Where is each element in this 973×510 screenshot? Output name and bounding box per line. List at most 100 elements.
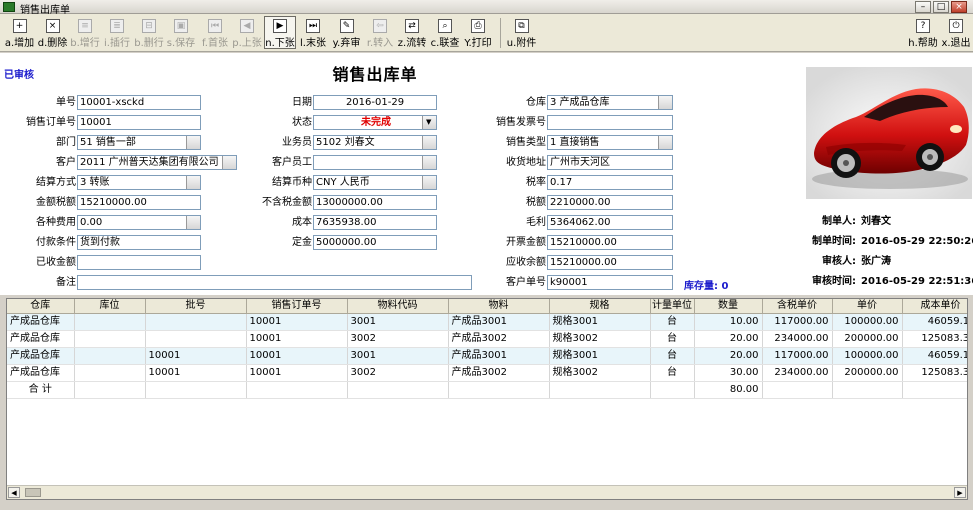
help-button[interactable]: ? h.帮助 [907, 16, 939, 49]
scroll-right-icon[interactable]: ▶ [954, 487, 966, 498]
cell[interactable]: 100000.00 [832, 347, 903, 365]
exit-button[interactable]: ⏻ x.退出 [940, 16, 972, 49]
first-record-button[interactable]: ⏮ f.首张 [199, 16, 231, 49]
col-price[interactable]: 单价 [832, 299, 903, 314]
table-row[interactable]: 产成品仓库 10001 3002 产成品3002 规格3002 台 20.00 234000.… [7, 330, 967, 348]
amount-tax-field[interactable]: 15210000.00 [77, 195, 201, 210]
horizontal-scrollbar[interactable]: ◀ ▶ [7, 485, 967, 499]
cell[interactable]: 200000.00 [832, 364, 903, 382]
customer-field[interactable]: 2011 广州普天达集团有限公司 [77, 155, 237, 170]
order-no-field[interactable]: 10001-xsckd [77, 95, 201, 110]
save-button[interactable]: ▣ s.保存 [165, 16, 197, 49]
add-row-button[interactable]: ≡ b.增行 [69, 16, 101, 49]
cell[interactable]: 3001 [347, 313, 449, 331]
cell[interactable]: 规格3001 [549, 313, 651, 331]
cell[interactable]: 台 [650, 364, 695, 382]
delivery-addr-field[interactable]: 广州市天河区 [547, 155, 673, 170]
next-record-button[interactable]: ▶ n.下张 [264, 16, 296, 49]
unapprove-button[interactable]: ✎ y.弃审 [330, 16, 363, 49]
transfer-button[interactable]: ⇄ z.流转 [396, 16, 428, 49]
col-spec[interactable]: 规格 [549, 299, 651, 314]
misc-fee-field[interactable]: 0.00 [77, 215, 201, 230]
print-button[interactable]: ⎙ Y.打印 [462, 16, 494, 49]
cell[interactable]: 10001 [246, 330, 348, 348]
cell[interactable] [74, 364, 146, 382]
table-row[interactable]: 产成品仓库 10001 10001 3001 产成品3001 规格3001 台 20.00 11… [7, 347, 967, 365]
col-sales-order[interactable]: 销售订单号 [246, 299, 348, 314]
currency-lookup-button[interactable] [422, 176, 436, 189]
cell[interactable]: 10001 [246, 313, 348, 331]
cell[interactable]: 10001 [246, 347, 348, 365]
import-button[interactable]: ⇦ r.转入 [364, 16, 396, 49]
cell[interactable]: 234000.00 [762, 330, 833, 348]
cell[interactable]: 46059.10 [902, 347, 967, 365]
invoice-no-field[interactable] [547, 115, 673, 130]
cell[interactable]: 产成品仓库 [7, 364, 75, 382]
table-row[interactable]: 产成品仓库 10001 3001 产成品3001 规格3001 台 10.00 117000.… [7, 313, 967, 331]
cell[interactable]: 10001 [246, 364, 348, 382]
col-batch[interactable]: 批号 [145, 299, 247, 314]
scroll-thumb[interactable] [25, 488, 41, 497]
misc-fee-lookup-button[interactable] [186, 216, 200, 229]
warehouse-field[interactable]: 3 产成品仓库 [547, 95, 673, 110]
cell[interactable]: 3002 [347, 330, 449, 348]
invoice-amount-field[interactable]: 15210000.00 [547, 235, 673, 250]
scroll-left-icon[interactable]: ◀ [8, 487, 20, 498]
tax-rate-field[interactable]: 0.17 [547, 175, 673, 190]
sales-type-field[interactable]: 1 直接销售 [547, 135, 673, 150]
salesman-field[interactable]: 5102 刘春文 [313, 135, 437, 150]
cell[interactable] [74, 313, 146, 331]
cell[interactable] [145, 330, 247, 348]
attachment-button[interactable]: ⧉ u.附件 [505, 16, 538, 49]
customer-staff-lookup-button[interactable] [422, 156, 436, 169]
tax-amount-field[interactable]: 2210000.00 [547, 195, 673, 210]
warehouse-lookup-button[interactable] [658, 96, 672, 109]
cell[interactable]: 产成品仓库 [7, 313, 75, 331]
query-button[interactable]: ⌕ c.联查 [429, 16, 461, 49]
settle-method-field[interactable]: 3 转账 [77, 175, 201, 190]
salesman-lookup-button[interactable] [422, 136, 436, 149]
cell[interactable]: 234000.00 [762, 364, 833, 382]
customer-no-field[interactable]: k90001 [547, 275, 673, 290]
cell[interactable]: 117000.00 [762, 347, 833, 365]
cell[interactable]: 产成品3002 [448, 330, 550, 348]
prev-record-button[interactable]: ◀ p.上张 [231, 16, 263, 49]
cell[interactable] [74, 347, 146, 365]
received-field[interactable] [77, 255, 201, 270]
gross-profit-field[interactable]: 5364062.00 [547, 215, 673, 230]
cell[interactable]: 台 [650, 347, 695, 365]
add-button[interactable]: + a.增加 [3, 16, 36, 49]
minimize-button[interactable]: – [915, 1, 931, 13]
sales-type-lookup-button[interactable] [658, 136, 672, 149]
col-warehouse[interactable]: 仓库 [7, 299, 75, 314]
cell[interactable]: 10001 [145, 347, 247, 365]
cell[interactable]: 100000.00 [832, 313, 903, 331]
cell[interactable]: 30.00 [694, 364, 763, 382]
cell[interactable]: 产成品3001 [448, 347, 550, 365]
cell[interactable]: 10001 [145, 364, 247, 382]
cell[interactable]: 产成品仓库 [7, 347, 75, 365]
detail-grid[interactable]: 仓库 库位 批号 销售订单号 物料代码 物料 规格 计量单位 数量 含税单价 单… [6, 298, 968, 500]
cell[interactable]: 200000.00 [832, 330, 903, 348]
currency-field[interactable]: CNY 人民币 [313, 175, 437, 190]
cell[interactable]: 20.00 [694, 347, 763, 365]
cell[interactable]: 46059.10 [902, 313, 967, 331]
cell[interactable]: 产成品3002 [448, 364, 550, 382]
col-material[interactable]: 物料 [448, 299, 550, 314]
cell[interactable]: 20.00 [694, 330, 763, 348]
cell[interactable]: 台 [650, 330, 695, 348]
col-unit[interactable]: 计量单位 [650, 299, 695, 314]
cell[interactable]: 规格3001 [549, 347, 651, 365]
receivable-field[interactable]: 15210000.00 [547, 255, 673, 270]
cell[interactable]: 125083.30 [902, 330, 967, 348]
table-row[interactable]: 产成品仓库 10001 10001 3002 产成品3002 规格3002 台 30.00 23… [7, 364, 967, 382]
cell[interactable]: 3001 [347, 347, 449, 365]
cell[interactable] [74, 330, 146, 348]
cell[interactable]: 3002 [347, 364, 449, 382]
cell[interactable]: 125083.30 [902, 364, 967, 382]
cell[interactable]: 产成品仓库 [7, 330, 75, 348]
deposit-field[interactable]: 5000000.00 [313, 235, 437, 250]
delete-button[interactable]: × d.删除 [36, 16, 69, 49]
close-button[interactable]: × [951, 1, 967, 13]
cell[interactable] [145, 313, 247, 331]
